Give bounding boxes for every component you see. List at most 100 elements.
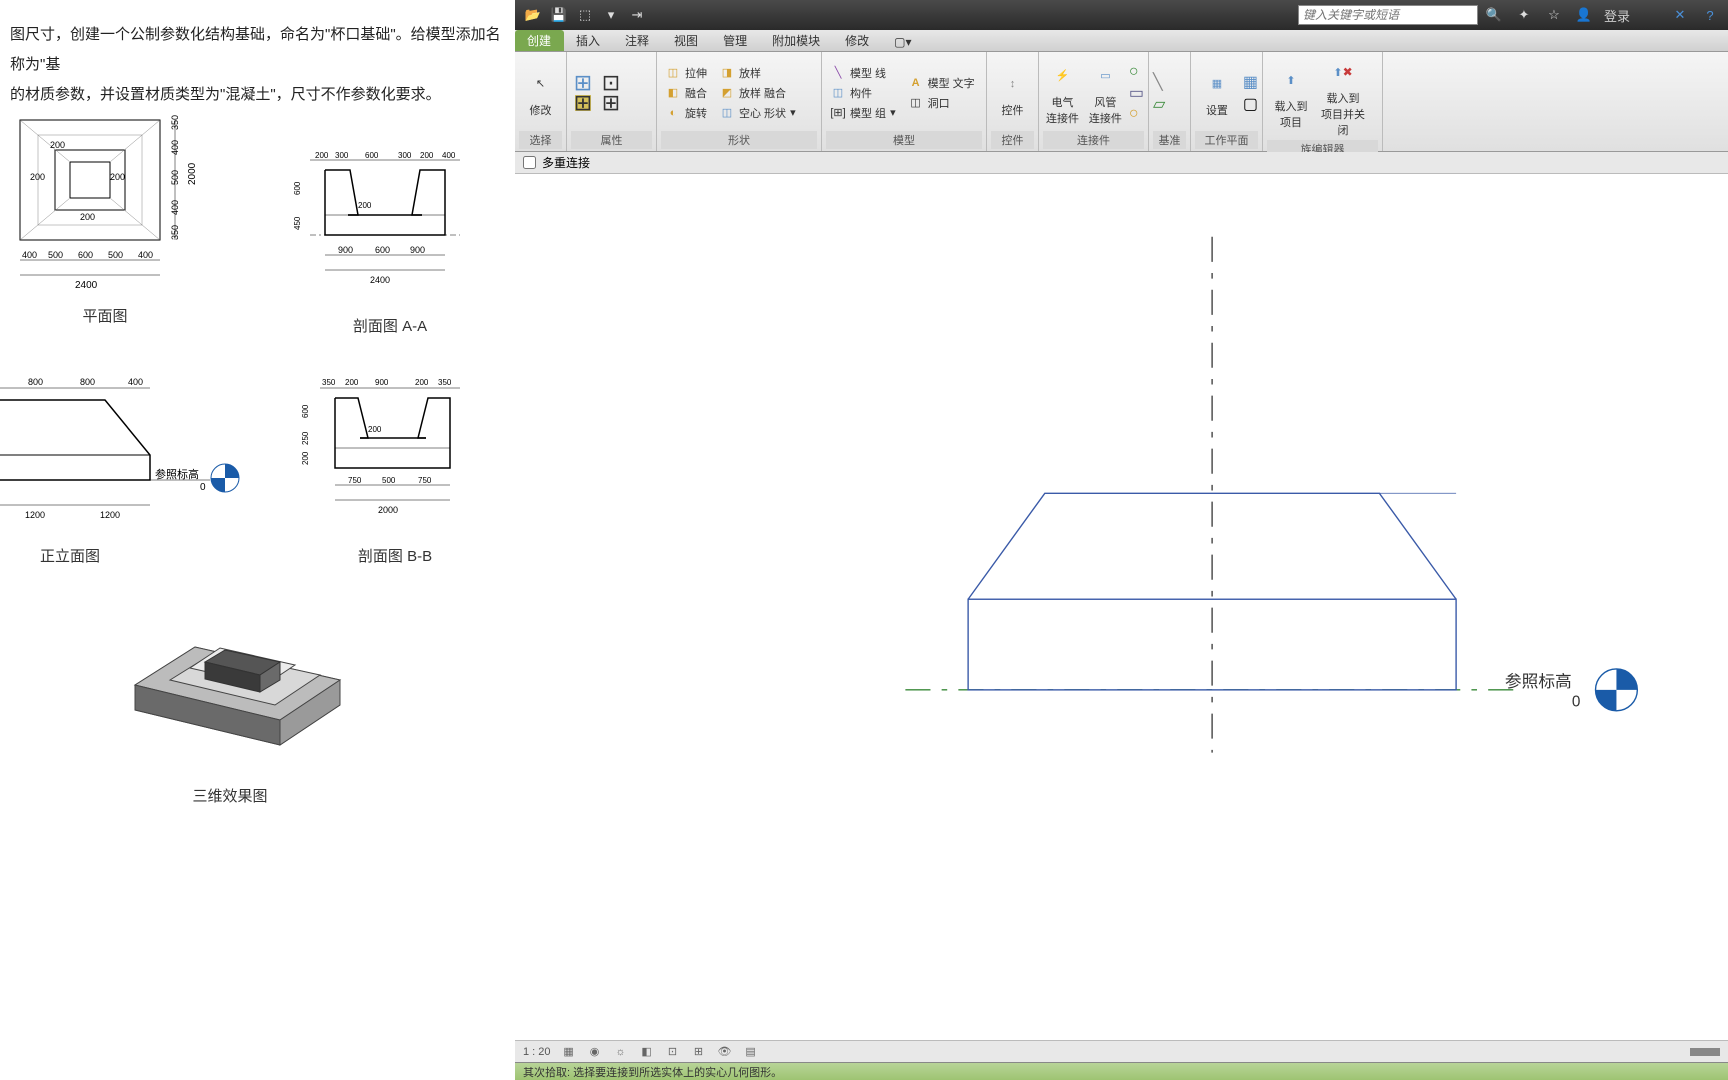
svg-text:200: 200: [358, 201, 372, 210]
opening-button[interactable]: ◫洞口: [904, 94, 979, 112]
user-icon[interactable]: 👤: [1574, 5, 1594, 25]
svg-text:750: 750: [418, 476, 432, 485]
elec-icon: ⚡: [1046, 60, 1078, 92]
svg-text:350: 350: [170, 115, 180, 130]
svg-text:350: 350: [438, 378, 452, 387]
workplane-icon: ▦: [1201, 68, 1233, 100]
inst-props-icon: ⊞: [603, 95, 619, 111]
swept-blend-button[interactable]: ◩放样 融合: [715, 84, 800, 102]
sync-icon[interactable]: ⬚: [575, 5, 595, 25]
svg-text:200: 200: [368, 425, 382, 434]
ribbon-tabs: 创建 插入 注释 视图 管理 附加模块 修改 ▢▾: [515, 30, 1728, 52]
extrude-icon: ◫: [665, 65, 681, 81]
model-text-button[interactable]: A模型 文字: [904, 74, 979, 92]
svg-text:参照标高: 参照标高: [155, 467, 199, 481]
help-icon[interactable]: ?: [1700, 5, 1720, 25]
duct-icon: ▭: [1089, 60, 1121, 92]
model-group-button[interactable]: [⊞]模型 组 ▾: [826, 104, 900, 122]
visual-style-icon[interactable]: ◉: [587, 1045, 603, 1059]
svg-text:2000: 2000: [378, 505, 398, 515]
cable-icon[interactable]: ▭: [1129, 83, 1144, 103]
svg-text:0: 0: [1572, 694, 1581, 711]
key-icon[interactable]: ✦: [1514, 5, 1534, 25]
svg-text:300: 300: [398, 151, 412, 160]
view-control-bar: 1 : 20 ▦ ◉ ☼ ◧ ⊡ ⊞ 👁 ▤: [515, 1040, 1728, 1062]
tab-insert[interactable]: 插入: [564, 30, 613, 51]
star-icon[interactable]: ☆: [1544, 5, 1564, 25]
extrude-button[interactable]: ◫拉伸: [661, 64, 711, 82]
hide-icon[interactable]: 👁: [717, 1045, 733, 1059]
ref-plane-icon[interactable]: ▱: [1153, 94, 1165, 114]
drawing-canvas[interactable]: 参照标高 0: [515, 174, 1728, 1040]
set-workplane-button[interactable]: ▦ 设置: [1195, 66, 1239, 120]
open-icon[interactable]: 📂: [523, 5, 543, 25]
svg-text:200: 200: [315, 151, 329, 160]
control-button[interactable]: ↕ 控件: [991, 66, 1034, 120]
blend-icon: ◧: [665, 85, 681, 101]
expand-icon[interactable]: ⇥: [627, 5, 647, 25]
tab-manage[interactable]: 管理: [711, 30, 760, 51]
task-line1: 图尺寸，创建一个公制参数化结构基础，命名为"杯口基础"。给模型添加名称为"基: [10, 26, 501, 73]
crop-icon[interactable]: ⊡: [665, 1045, 681, 1059]
sweep-button[interactable]: ◨放样: [715, 64, 800, 82]
section-bb-svg: 350 200 900 200 350 600 250 200 200 750 …: [300, 370, 490, 540]
ref-line-icon[interactable]: ╲: [1153, 72, 1165, 92]
inst-props-button[interactable]: ⊞: [599, 94, 623, 112]
tab-addins[interactable]: 附加模块: [760, 30, 833, 51]
svg-text:200: 200: [415, 378, 429, 387]
svg-text:400: 400: [170, 140, 180, 155]
login-label[interactable]: 登录: [1604, 6, 1630, 25]
elec-connector-button[interactable]: ⚡ 电气 连接件: [1043, 58, 1082, 128]
pipe-icon[interactable]: ○: [1129, 63, 1144, 81]
dropdown-icon[interactable]: ▾: [601, 5, 621, 25]
svg-text:参照标高: 参照标高: [1505, 672, 1572, 691]
front-label: 正立面图: [0, 545, 240, 566]
show-wp-icon[interactable]: ▦: [1243, 72, 1258, 92]
tab-modify[interactable]: 修改: [833, 30, 882, 51]
properties-icon: ⊞: [575, 75, 591, 91]
load-icon: ⬆: [1275, 64, 1307, 96]
search-input[interactable]: [1298, 5, 1478, 25]
svg-text:1200: 1200: [100, 510, 120, 520]
model-line-button[interactable]: ╲模型 线: [826, 64, 900, 82]
reference-document: 图尺寸，创建一个公制参数化结构基础，命名为"杯口基础"。给模型添加名称为"基 的…: [0, 0, 515, 1080]
quick-access-toolbar: 📂 💾 ⬚ ▾ ⇥ 🔍 ✦ ☆ 👤 登录 ✕ ?: [515, 0, 1728, 30]
tab-annotate[interactable]: 注释: [613, 30, 662, 51]
tab-overflow-icon[interactable]: ▢▾: [882, 33, 924, 51]
sweep-icon: ◨: [719, 65, 735, 81]
duct-connector-button[interactable]: ▭ 风管 连接件: [1086, 58, 1125, 128]
load-close-button[interactable]: ⬆✖ 载入到 项目并关闭: [1319, 54, 1367, 140]
save-icon[interactable]: 💾: [549, 5, 569, 25]
viewer-icon[interactable]: ▢: [1243, 94, 1258, 114]
svg-text:600: 600: [293, 181, 302, 195]
revit-app: 📂 💾 ⬚ ▾ ⇥ 🔍 ✦ ☆ 👤 登录 ✕ ? 创建 插入 注释 视图 管理 …: [515, 0, 1728, 1080]
tab-view[interactable]: 视图: [662, 30, 711, 51]
exchange-icon[interactable]: ✕: [1670, 5, 1690, 25]
detail-level-icon[interactable]: ▦: [561, 1045, 577, 1059]
conduit-icon[interactable]: ○: [1129, 105, 1144, 123]
load-project-button[interactable]: ⬆ 载入到 项目: [1267, 62, 1315, 132]
switch-win-icon[interactable]: [1690, 1048, 1720, 1056]
crop-vis-icon[interactable]: ⊞: [691, 1045, 707, 1059]
threed-label: 三维效果图: [105, 785, 355, 806]
status-bar: 其次拾取: 选择要连接到所选实体上的实心几何图形。: [515, 1062, 1728, 1080]
revolve-button[interactable]: ◐旋转: [661, 104, 711, 122]
component-icon: ◫: [830, 85, 846, 101]
blend-button[interactable]: ◧融合: [661, 84, 711, 102]
sun-path-icon[interactable]: ☼: [613, 1045, 629, 1059]
multi-join-checkbox[interactable]: [523, 156, 536, 169]
svg-text:400: 400: [128, 377, 143, 387]
svg-text:350: 350: [322, 378, 336, 387]
multi-join-label: 多重连接: [542, 154, 590, 171]
tab-create[interactable]: 创建: [515, 30, 564, 51]
component-button[interactable]: ◫构件: [826, 84, 900, 102]
load-close-icon: ⬆✖: [1327, 56, 1359, 88]
family-types-button[interactable]: ⊞: [571, 94, 595, 112]
void-button[interactable]: ◫空心 形状 ▾: [715, 104, 800, 122]
binoculars-icon[interactable]: 🔍: [1484, 5, 1504, 25]
reveal-icon[interactable]: ▤: [743, 1045, 759, 1059]
modify-button[interactable]: ↖ 修改: [519, 66, 562, 120]
scale-label[interactable]: 1 : 20: [523, 1046, 551, 1058]
svg-text:400: 400: [138, 250, 153, 260]
shadow-icon[interactable]: ◧: [639, 1045, 655, 1059]
